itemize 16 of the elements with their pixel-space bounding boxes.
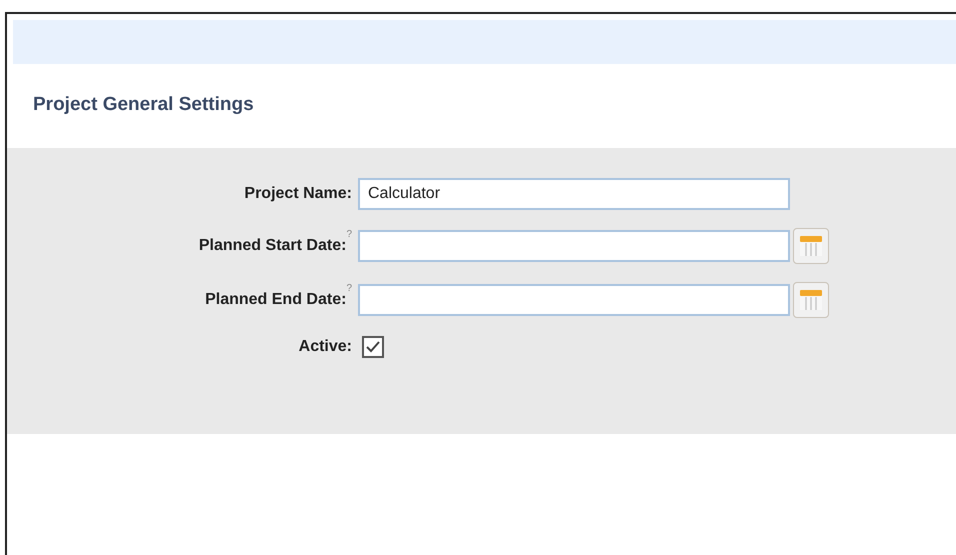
field-label: Project Name: xyxy=(244,185,352,203)
calendar-icon xyxy=(798,234,824,258)
field-label: Active: xyxy=(298,338,352,356)
section-title: Project General Settings xyxy=(33,94,254,115)
calendar-button[interactable] xyxy=(793,228,829,264)
help-marker[interactable]: ? xyxy=(346,229,352,240)
help-marker[interactable]: ? xyxy=(346,283,352,294)
checkbox[interactable] xyxy=(362,336,384,358)
date-field[interactable] xyxy=(358,230,790,262)
field-label: Planned End Date: xyxy=(205,291,346,309)
calendar-icon xyxy=(798,288,824,312)
field-label: Planned Start Date: xyxy=(198,237,346,255)
check-mark-icon xyxy=(365,340,381,354)
calendar-button[interactable] xyxy=(793,282,829,318)
input-field[interactable]: Calculator xyxy=(358,178,790,210)
date-field[interactable] xyxy=(358,284,790,316)
